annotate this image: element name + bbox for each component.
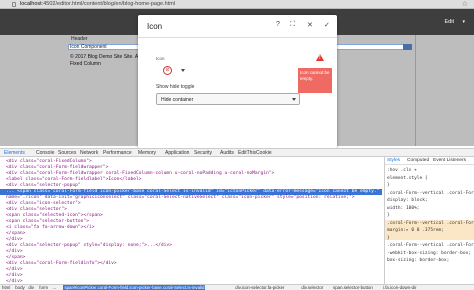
styles-tabbar: Styles Computed Event Listeners xyxy=(385,157,474,165)
style-rule-line[interactable]: element.style { xyxy=(387,176,428,181)
style-rule-line[interactable]: -webkit-box-sizing: border-box; xyxy=(387,251,471,256)
bookmark-star-icon[interactable]: ☆ xyxy=(462,0,468,8)
icon-component-button[interactable] xyxy=(403,44,412,50)
style-rule-line[interactable]: width: 100%; xyxy=(387,206,420,211)
column-divider xyxy=(415,35,416,146)
devtools-tab-console[interactable]: Console xyxy=(36,150,54,156)
icon-field-label: Icon xyxy=(156,56,165,61)
devtools-tab-memory[interactable]: Memory xyxy=(138,150,156,156)
breadcrumb-item[interactable]: i.fa.icon-down-dir xyxy=(383,285,416,290)
lock-icon xyxy=(12,2,16,7)
devtools-tab-application[interactable]: Application xyxy=(165,150,189,156)
close-icon[interactable]: ✕ xyxy=(307,21,313,29)
show-hide-toggle-label: Show hide toggle xyxy=(156,84,195,90)
error-tooltip: Icon cannot be empty. xyxy=(298,68,332,93)
icon-dialog: Icon ? ⛶ ✕ ✓ Icon ⊘ ! Icon cannot be emp… xyxy=(138,15,337,148)
style-rule-line[interactable]: :hov .cls + xyxy=(387,168,417,173)
url-field[interactable]: localhost:4502/editor.html/content/blog/… xyxy=(20,1,175,7)
show-hide-select[interactable]: Hide container xyxy=(156,93,300,105)
devtools-tab-sources[interactable]: Sources xyxy=(58,150,76,156)
error-alert-icon: ! xyxy=(316,54,324,61)
style-rule-line[interactable]: .coral-Form--vertical .coral-Form-field.… xyxy=(387,191,474,196)
selected-icon[interactable]: ⊘ xyxy=(163,66,172,75)
styles-tab-event-listeners[interactable]: Event Listeners xyxy=(433,158,466,163)
dialog-header-divider xyxy=(138,37,337,38)
breadcrumb-item[interactable]: html xyxy=(2,285,10,290)
selector-button-arrow-icon[interactable] xyxy=(181,69,185,72)
breadcrumb-item[interactable]: body xyxy=(15,285,25,290)
dialog-title: Icon xyxy=(147,22,163,31)
style-rule-line[interactable]: box-sizing: border-box; xyxy=(387,258,449,263)
dom-breadcrumb: html body div form... span#iconPicker.coral-… xyxy=(0,284,474,290)
help-icon[interactable]: ? xyxy=(276,21,280,28)
style-rule-line[interactable]: } xyxy=(387,213,390,218)
done-check-icon[interactable]: ✓ xyxy=(324,21,330,29)
breadcrumb-item[interactable]: span.selector-button xyxy=(333,285,373,290)
devtools-tabbar: Elements Console Sources Network Performance… xyxy=(0,148,474,158)
styles-panel: Styles Computed Event Listeners :hov .cls … xyxy=(384,157,474,285)
styles-tab-computed[interactable]: Computed xyxy=(407,158,429,163)
elements-panel: <div class="coral-FixedColumn"> <div cla… xyxy=(0,157,382,285)
edit-mode-button[interactable]: Edit xyxy=(445,19,454,25)
devtools-tab-elements[interactable]: Elements xyxy=(4,150,25,158)
select-value: Hide container xyxy=(161,97,194,103)
breadcrumb-item[interactable]: div xyxy=(28,285,34,290)
breadcrumb-item[interactable]: ... xyxy=(53,285,57,290)
browser-address-bar: localhost:4502/editor.html/content/blog/… xyxy=(0,0,474,9)
style-rule-line[interactable]: .coral-Form--vertical .coral-Form-field.… xyxy=(387,243,474,248)
breadcrumb-item[interactable]: div.icon-selector.fa-picker xyxy=(235,285,284,290)
style-rule-line[interactable]: display: block; xyxy=(387,198,428,203)
chevron-down-icon[interactable]: ▾ xyxy=(462,19,465,25)
breadcrumb-item[interactable]: form xyxy=(39,285,48,290)
breadcrumb-item[interactable]: div.selector xyxy=(301,285,323,290)
fullscreen-icon[interactable]: ⛶ xyxy=(290,21,295,29)
devtools-tab-editthiscookie[interactable]: EditThisCookie xyxy=(238,150,272,156)
style-rule-line[interactable]: margin:▸ 0 0 .375rem; xyxy=(387,228,444,233)
dropdown-arrow-icon xyxy=(292,98,296,101)
style-rule-line[interactable]: } xyxy=(387,183,390,188)
style-rule-line[interactable]: .coral-Form--vertical .coral-Form-field … xyxy=(387,221,474,226)
style-rule-line[interactable]: } xyxy=(387,236,390,241)
styles-tab-styles[interactable]: Styles xyxy=(387,158,400,163)
devtools-tab-performance[interactable]: Performance xyxy=(103,150,132,156)
devtools-tab-security[interactable]: Security xyxy=(194,150,212,156)
breadcrumb-item[interactable]: span#iconPicker.coral-Form-field.icon-pi… xyxy=(63,285,206,290)
devtools-tab-audits[interactable]: Audits xyxy=(220,150,234,156)
fixed-column-label: Fixed Column xyxy=(70,61,101,67)
devtools-tab-network[interactable]: Network xyxy=(80,150,98,156)
